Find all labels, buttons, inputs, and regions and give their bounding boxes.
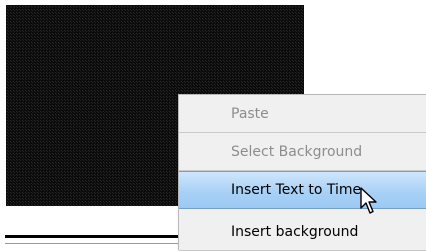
menu-item-label: Insert Text to Time	[231, 182, 362, 198]
context-menu: Paste Select Background Insert Text to T…	[178, 94, 426, 251]
timeline-divider	[5, 243, 185, 244]
menu-item-select-background[interactable]: Select Background	[179, 133, 426, 171]
menu-item-insert-background[interactable]: Insert background	[179, 213, 426, 251]
menu-item-paste[interactable]: Paste	[179, 95, 426, 133]
menu-item-label: Select Background	[231, 143, 363, 160]
timeline-track	[5, 235, 185, 238]
arrow-pointer-icon	[360, 187, 377, 214]
menu-item-label: Paste	[231, 105, 269, 122]
menu-item-label: Insert background	[231, 223, 359, 240]
menu-item-insert-text-to-time[interactable]: Insert Text to Time	[179, 171, 426, 209]
